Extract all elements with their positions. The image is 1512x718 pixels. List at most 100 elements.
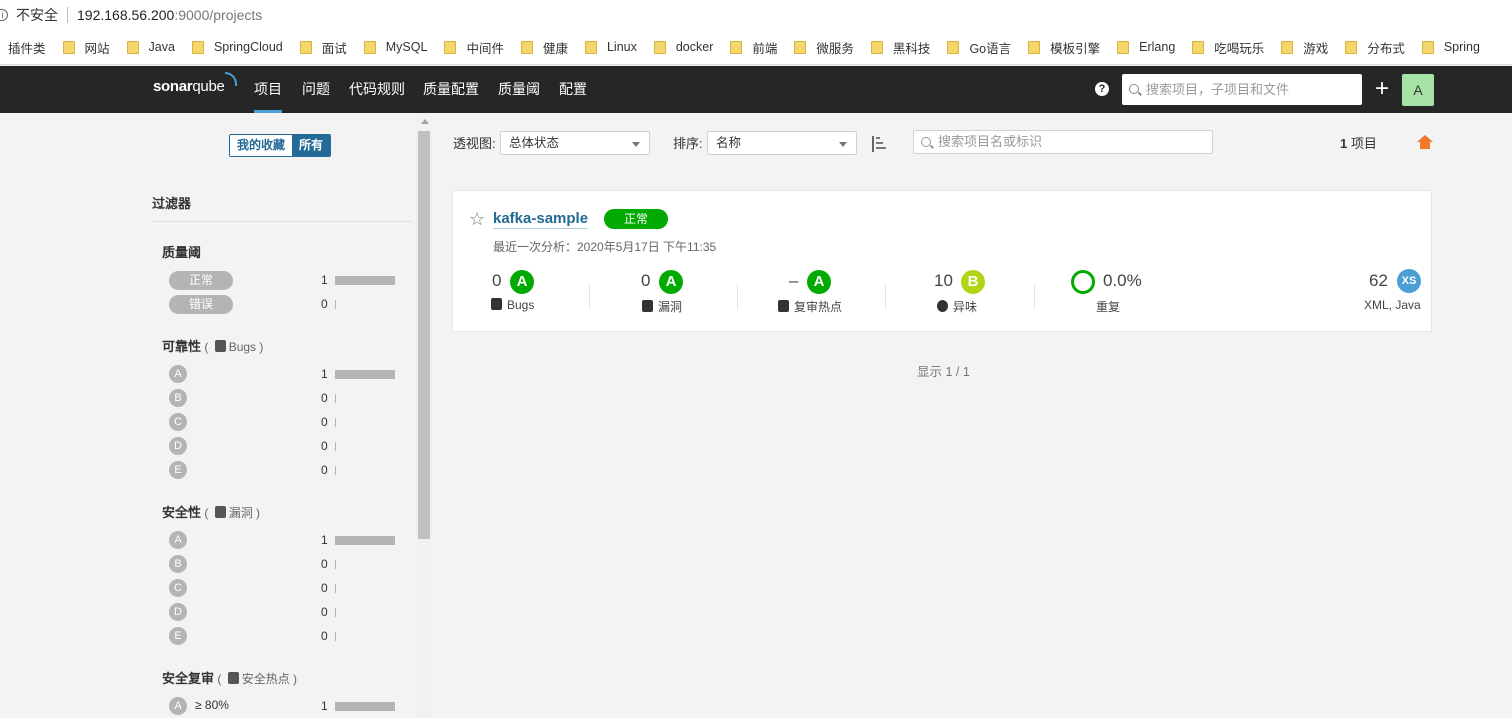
size-measure[interactable]: 62 XS XML, Java [1358, 269, 1430, 315]
reliability-facet-row[interactable]: B0 [169, 389, 399, 409]
bug-icon [491, 298, 502, 310]
rating-threshold: ≥ 80% [195, 698, 229, 712]
nav-issues[interactable]: 问题 [302, 66, 330, 113]
reliability-facet-row[interactable]: A1 [169, 365, 399, 385]
global-search-input[interactable]: 搜索项目，子项目和文件 [1122, 74, 1362, 105]
bookmark-item[interactable]: Erlang [1117, 40, 1175, 54]
project-count: 1 项目 [1340, 133, 1377, 152]
bookmark-item[interactable]: 吃喝玩乐 [1192, 38, 1264, 57]
bookmark-item[interactable]: 黑科技 [870, 38, 930, 57]
bookmark-label: Java [148, 40, 175, 54]
hotspots-measure[interactable]: – A 复审热点 [778, 270, 858, 315]
bookmark-item[interactable]: Java [126, 40, 175, 54]
help-icon[interactable]: ? [1095, 82, 1109, 96]
folder-icon [126, 40, 139, 54]
reliability-facet-title: 可靠性 ( Bugs ) [162, 339, 264, 354]
security-facet-row[interactable]: E0 [169, 627, 399, 647]
sonarqube-logo[interactable]: sonarqube [153, 72, 237, 95]
security_review-facet-row[interactable]: A ≥ 80% 1 [169, 697, 399, 717]
all-button[interactable]: 所有 [292, 135, 331, 156]
bookmark-label: Spring [1443, 40, 1480, 54]
bookmark-label: 前端 [752, 41, 778, 56]
bookmark-item[interactable]: docker [653, 40, 713, 54]
logo-text-sonar: sonar [153, 78, 193, 95]
facet-bar [335, 418, 336, 427]
perspective-select[interactable]: 总体状态 [500, 131, 650, 155]
create-plus-icon[interactable]: + [1373, 75, 1391, 103]
bookmark-label: Go语言 [969, 41, 1012, 56]
rating-circle: B [169, 389, 187, 407]
bookmark-item[interactable]: 模板引擎 [1028, 38, 1100, 57]
quality_gate-facet-row[interactable]: 正常 1 [169, 271, 399, 291]
reliability-facet-row[interactable]: D0 [169, 437, 399, 457]
bookmark-item[interactable]: 插件类 [8, 38, 46, 57]
nav-projects[interactable]: 项目 [254, 66, 282, 113]
pagination-info: 显示 1 / 1 [917, 365, 970, 379]
quality-gate-facet-title: 质量阈 [162, 245, 202, 260]
security-facet-row[interactable]: A1 [169, 531, 399, 551]
quality_gate-facet-row[interactable]: 错误 0 [169, 295, 399, 315]
reliability-facet-row[interactable]: E0 [169, 461, 399, 481]
folder-icon [870, 40, 883, 54]
favorites-button[interactable]: 我的收藏 [230, 135, 293, 156]
url-host[interactable]: 192.168.56.200 [77, 7, 174, 23]
url-path[interactable]: :9000/projects [174, 7, 262, 23]
status-pill: 正常 [169, 271, 233, 290]
perspective-value: 总体状态 [509, 136, 560, 150]
bookmark-item[interactable]: Linux [584, 40, 637, 54]
bookmark-item[interactable]: Spring [1421, 40, 1480, 54]
vulnerabilities-measure[interactable]: 0 A 漏洞 [641, 270, 701, 315]
code-smells-measure[interactable]: 10 B 异味 [934, 270, 1004, 315]
project-name-link[interactable]: kafka-sample [493, 210, 589, 229]
bookmark-item[interactable]: 游戏 [1281, 38, 1328, 57]
bookmark-item[interactable]: 分布式 [1345, 38, 1405, 57]
bookmark-label: Erlang [1139, 40, 1176, 54]
chevron-down-icon [632, 142, 640, 147]
bookmark-item[interactable]: 网站 [62, 38, 110, 57]
sort-direction-icon[interactable] [870, 134, 886, 154]
bookmark-item[interactable]: 健康 [520, 38, 568, 57]
shield-icon [778, 300, 789, 312]
rating-circle: A [169, 531, 187, 549]
bookmark-item[interactable]: 微服务 [794, 38, 854, 57]
security-facet-row[interactable]: B0 [169, 555, 399, 575]
sort-select[interactable]: 名称 [707, 131, 857, 155]
bookmark-label: 中间件 [466, 41, 504, 56]
bookmark-item[interactable]: SpringCloud [191, 40, 283, 54]
facet-bar [335, 370, 395, 379]
facet-bar [335, 536, 395, 545]
insecure-label[interactable]: 不安全 [16, 5, 58, 25]
bookmark-item[interactable]: 前端 [730, 38, 777, 57]
sidebar-scrollbar-thumb[interactable] [418, 131, 430, 539]
duplications-value: 0.0% [1103, 271, 1142, 290]
bookmark-item[interactable]: MySQL [363, 40, 427, 54]
bookmark-label: 网站 [84, 41, 110, 56]
nav-rules[interactable]: 代码规则 [349, 66, 405, 113]
bookmark-item[interactable]: 中间件 [444, 38, 504, 57]
filters-sidebar: 我的收藏 所有 过滤器 质量阈 正常 1 错误 0 可靠性 ( Bugs ) A1B0… [0, 113, 432, 718]
user-avatar[interactable]: A [1402, 74, 1434, 106]
measure-divider [589, 284, 590, 310]
reliability-facet-row[interactable]: C0 [169, 413, 399, 433]
info-icon[interactable]: i [0, 9, 8, 21]
rating-circle: C [169, 413, 187, 431]
security-facet-row[interactable]: C0 [169, 579, 399, 599]
bookmark-label: 模板引擎 [1050, 41, 1101, 56]
folder-icon [191, 40, 204, 54]
nav-quality-profiles[interactable]: 质量配置 [423, 66, 479, 113]
logo-text-qube: qube [192, 78, 225, 95]
scroll-up-arrow-icon[interactable] [421, 119, 429, 124]
project-search-input[interactable]: 搜索项目名或标识 [913, 130, 1213, 154]
nav-quality-gates[interactable]: 质量阈 [498, 66, 540, 113]
bookmark-label: Linux [606, 40, 637, 54]
bookmark-item[interactable]: Go语言 [947, 38, 1011, 57]
duplications-measure[interactable]: 0.0% 重复 [1071, 270, 1161, 315]
home-icon[interactable] [1417, 135, 1433, 149]
bugs-measure[interactable]: 0 A Bugs [491, 270, 551, 315]
bugs-rating: A [510, 270, 534, 294]
star-icon[interactable]: ☆ [469, 210, 485, 228]
nav-administration[interactable]: 配置 [559, 66, 587, 113]
bookmark-item[interactable]: 面试 [299, 38, 347, 57]
rating-circle: E [169, 461, 187, 479]
security-facet-row[interactable]: D0 [169, 603, 399, 623]
